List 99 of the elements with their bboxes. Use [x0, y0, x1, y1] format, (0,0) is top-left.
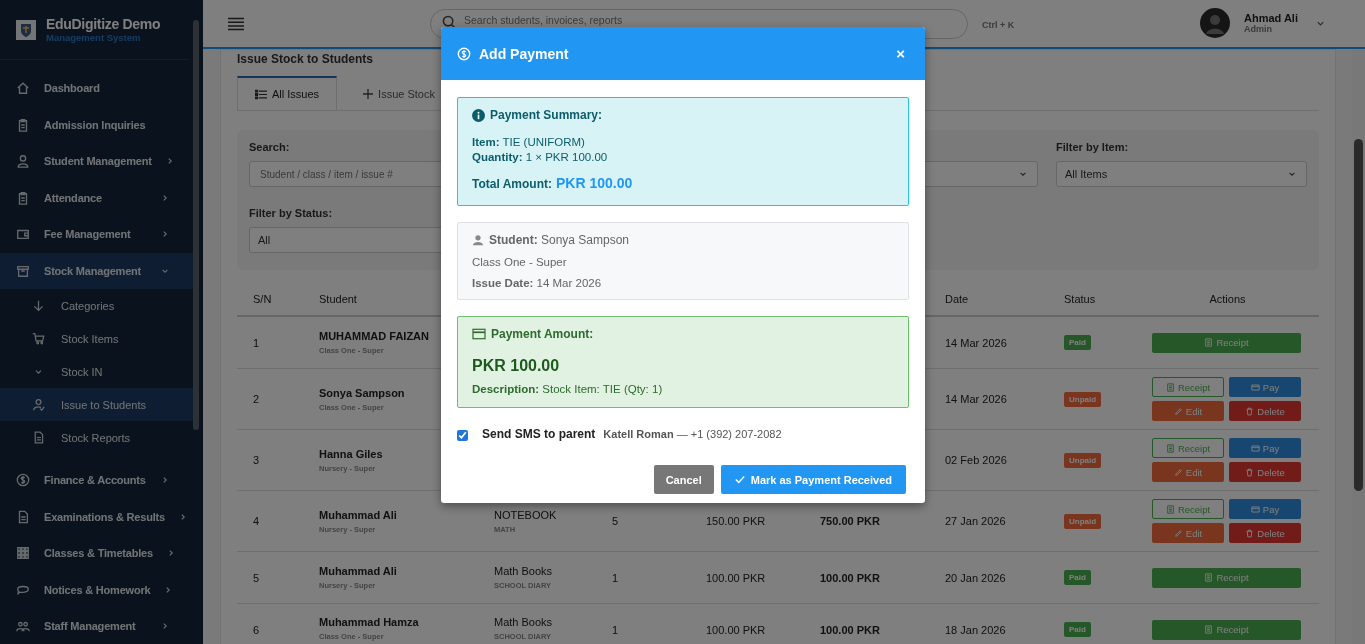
- nav-item[interactable]: Fee Management: [0, 216, 195, 253]
- nav-item[interactable]: Admission Inquiries: [0, 106, 195, 143]
- status-badge: Unpaid: [1064, 513, 1102, 529]
- nav-item[interactable]: Student Management: [0, 143, 195, 180]
- table-cell-text: 150.00 PKR: [706, 515, 767, 527]
- table-cell-text: 02 Feb 2026: [944, 453, 1008, 468]
- table-cell-text: 5: [252, 570, 261, 586]
- user-name: Ahmad Ali: [1244, 12, 1298, 24]
- receipt-button[interactable]: Receipt: [1152, 332, 1301, 353]
- table-cell-text: 27 Jan 2026: [944, 514, 1007, 529]
- item-name: Math Books: [494, 615, 554, 628]
- panel-heading: Payment Summary:: [490, 108, 603, 122]
- nav-item[interactable]: Finance & Accounts: [0, 462, 195, 499]
- dropdown[interactable]: All Items: [1056, 161, 1307, 187]
- receipt-button[interactable]: Receipt: [1152, 377, 1224, 397]
- receipt-button[interactable]: Receipt: [1152, 567, 1301, 588]
- dialog-title: Add Payment: [479, 45, 570, 62]
- edit-button[interactable]: Edit: [1152, 401, 1224, 421]
- table-cell-text: 4: [252, 514, 261, 529]
- delete-button[interactable]: Delete: [1229, 462, 1301, 482]
- student-name: MUHAMMAD FAIZAN: [319, 330, 430, 342]
- nav-item[interactable]: Examinations & Results: [0, 498, 195, 535]
- total-label: Total Amount:: [472, 177, 552, 191]
- table-cell-text: 14 Mar 2026: [944, 392, 1008, 407]
- tab[interactable]: Issue Stock: [345, 76, 453, 110]
- delete-button[interactable]: Delete: [1229, 401, 1301, 421]
- table-cell-text: 1: [612, 571, 620, 584]
- item-name: Math Books: [494, 565, 554, 577]
- nav-subitem[interactable]: Issue to Students: [0, 388, 195, 421]
- column-header: Date: [944, 292, 970, 305]
- nav-item[interactable]: Attendance: [0, 179, 195, 216]
- nav-item[interactable]: Staff Management: [0, 608, 195, 644]
- summary-line: Item: TIE (UNIFORM): [472, 136, 586, 148]
- table-cell-text: 100.00 PKR: [820, 623, 881, 636]
- column-header: Actions: [1208, 292, 1247, 305]
- close-button[interactable]: ×: [892, 45, 909, 62]
- table-cell-text: 20 Jan 2026: [944, 570, 1007, 586]
- total-amount: PKR 100.00: [556, 175, 633, 191]
- student-name: Muhammad Ali: [319, 565, 398, 577]
- item-name: NOTEBOOK: [494, 508, 558, 521]
- payment-amount: PKR 100.00: [472, 357, 561, 375]
- table-cell-text: 100.00 PKR: [706, 623, 767, 636]
- receipt-button[interactable]: Receipt: [1152, 619, 1301, 640]
- shortcut-hint: Ctrl + K: [982, 20, 1015, 30]
- delete-button[interactable]: Delete: [1229, 523, 1301, 543]
- field-label: Search:: [249, 141, 290, 154]
- user-role: Admin: [1244, 24, 1273, 34]
- checkbox-label: Send SMS to parent: [482, 427, 596, 441]
- app-name: EduDigitize Demo: [46, 16, 161, 32]
- status-badge: Paid: [1064, 335, 1091, 350]
- field-label: Filter by Status:: [249, 207, 333, 220]
- column-header: Student: [318, 292, 358, 305]
- pay-button[interactable]: Pay: [1229, 499, 1301, 519]
- table-cell-text: 6: [252, 622, 261, 638]
- pay-button[interactable]: Pay: [1229, 377, 1301, 397]
- nav-subitem[interactable]: Stock Items: [0, 322, 195, 355]
- recipient-text: Katell Roman — +1 (392) 207-2082: [603, 428, 782, 440]
- panel-heading: Payment Amount:: [491, 327, 594, 341]
- table-cell-text: 18 Jan 2026: [944, 622, 1007, 638]
- status-badge: Paid: [1064, 570, 1091, 585]
- receipt-button[interactable]: Receipt: [1152, 499, 1224, 519]
- table-cell-text: 14 Mar 2026: [944, 335, 1008, 351]
- nav-subitem[interactable]: Stock Reports: [0, 421, 195, 454]
- summary-line: Quantity: 1 × PKR 100.00: [472, 151, 609, 163]
- issue-date: Issue Date: 14 Mar 2026: [472, 277, 603, 289]
- table-cell-text: 3: [252, 453, 261, 468]
- table-cell-text: 2: [252, 392, 261, 407]
- tab[interactable]: All Issues: [237, 76, 338, 110]
- nav-subitem[interactable]: Categories: [0, 289, 195, 322]
- table-cell-text: 100.00 PKR: [706, 571, 767, 584]
- student-name: Hanna Giles: [319, 447, 384, 460]
- status-badge: Unpaid: [1064, 391, 1102, 407]
- table-cell-text: 750.00 PKR: [820, 515, 881, 527]
- nav-item[interactable]: Notices & Homework: [0, 571, 195, 608]
- nav-item[interactable]: Classes & Timetables: [0, 535, 195, 572]
- payment-description: Description: Stock Item: TIE (Qty: 1): [472, 383, 664, 395]
- status-badge: Unpaid: [1064, 452, 1102, 468]
- nav-item[interactable]: Dashboard: [0, 70, 195, 107]
- cancel-button[interactable]: Cancel: [653, 465, 714, 494]
- table-cell-text: 1: [612, 623, 620, 636]
- edit-button[interactable]: Edit: [1152, 523, 1224, 543]
- pay-button[interactable]: Pay: [1229, 438, 1301, 458]
- field-label: Filter by Item:: [1056, 141, 1129, 154]
- receipt-button[interactable]: Receipt: [1152, 438, 1224, 458]
- nav-subitem[interactable]: Stock IN: [0, 355, 195, 388]
- student-name: Muhammad Ali: [319, 508, 398, 521]
- column-header: S/N: [252, 292, 273, 305]
- edit-button[interactable]: Edit: [1152, 462, 1224, 482]
- table-cell-text: 1: [252, 335, 261, 351]
- app-subtitle: Management System: [46, 32, 142, 43]
- status-badge: Paid: [1064, 622, 1091, 637]
- student-class: Class One - Super: [472, 256, 568, 268]
- student-name: Muhammad Hamza: [319, 615, 420, 628]
- table-cell-text: 5: [612, 515, 620, 527]
- column-header: Status: [1063, 292, 1097, 305]
- confirm-button[interactable]: Mark as Payment Received: [720, 465, 906, 494]
- table-cell-text: 100.00 PKR: [820, 571, 881, 584]
- nav-item[interactable]: Stock Management: [0, 252, 195, 289]
- page-title: Issue Stock to Students: [237, 51, 374, 66]
